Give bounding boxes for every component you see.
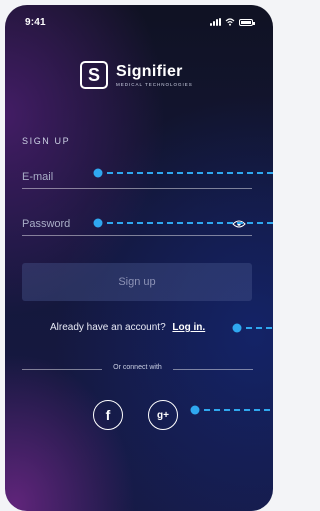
annotation-callouts (93, 168, 273, 415)
annotation-dot-login (232, 323, 242, 333)
annotation-dot-password (93, 218, 103, 228)
app-screen: 9:41 S Signifier MEDICAL TECHNOLOGIES SI… (5, 5, 273, 511)
annotation-dot-email (93, 168, 103, 178)
annotation-dot-social (190, 405, 200, 415)
